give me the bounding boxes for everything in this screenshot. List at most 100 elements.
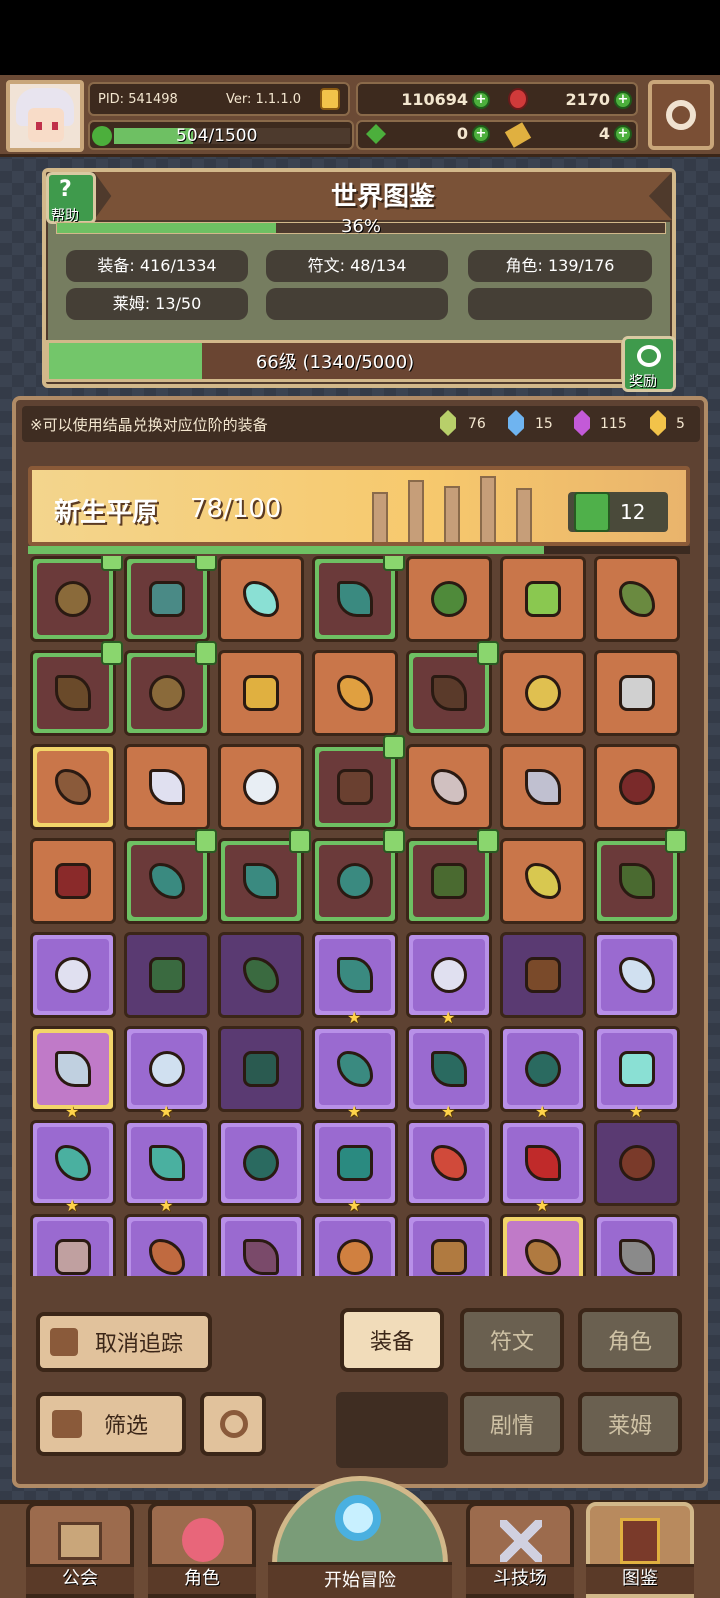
equipment-slot[interactable] xyxy=(406,641,499,736)
filter-button[interactable]: 筛选 xyxy=(36,1392,186,1456)
untrack-button[interactable]: 取消追踪 xyxy=(36,1312,212,1372)
equipment-slot[interactable] xyxy=(30,556,123,642)
equipment-slot[interactable] xyxy=(218,650,304,736)
equipment-slot[interactable] xyxy=(218,932,304,1018)
equipment-slot[interactable] xyxy=(218,1214,304,1276)
equipment-slot[interactable] xyxy=(312,1214,398,1276)
equipment-slot[interactable] xyxy=(594,744,680,830)
equipment-slot[interactable] xyxy=(124,1214,210,1276)
equipment-slot[interactable] xyxy=(30,641,123,736)
nav-encyclopedia[interactable]: 图鉴 xyxy=(586,1502,694,1598)
equipment-slot[interactable] xyxy=(594,829,687,924)
add-clover-button[interactable]: + xyxy=(472,125,490,143)
add-gems-button[interactable]: + xyxy=(614,91,632,109)
equipment-slot[interactable] xyxy=(500,744,586,830)
equipment-slot[interactable] xyxy=(124,556,217,642)
bow-icon xyxy=(337,957,373,993)
add-keys-button[interactable]: + xyxy=(614,125,632,143)
equipment-slot[interactable]: ★ xyxy=(312,1026,398,1121)
equipment-slot[interactable] xyxy=(218,829,311,924)
tab-story[interactable]: 剧情 xyxy=(460,1392,564,1456)
equipment-slot[interactable] xyxy=(406,829,499,924)
equipment-slot[interactable] xyxy=(30,932,116,1018)
equipment-slot[interactable] xyxy=(30,1214,116,1276)
equipment-slot[interactable] xyxy=(594,1120,680,1206)
untrack-label: 取消追踪 xyxy=(94,1332,183,1357)
tab-story-label: 剧情 xyxy=(489,1414,534,1439)
nav-guild[interactable]: 公会 xyxy=(26,1502,134,1598)
equipment-slot[interactable] xyxy=(30,744,116,830)
equipment-slot[interactable] xyxy=(500,932,586,1018)
crossed-swords-icon xyxy=(500,1520,542,1562)
equipment-slot[interactable] xyxy=(124,641,217,736)
filter-label: 筛选 xyxy=(103,1414,148,1439)
tracked-thumb-icon xyxy=(477,641,499,665)
equipment-slot[interactable]: ★ xyxy=(30,1026,116,1121)
equipment-slot[interactable] xyxy=(30,838,116,924)
tab-equipment[interactable]: 装备 xyxy=(340,1308,444,1372)
equipment-slot[interactable]: ★ xyxy=(500,1026,586,1121)
app-root: { "player":{"pid":"PID: 541498","version… xyxy=(0,0,720,1598)
equipment-slot[interactable] xyxy=(594,1214,680,1276)
equipment-slot[interactable] xyxy=(594,556,680,642)
stat-characters: 角色: 139/176 xyxy=(468,250,652,282)
armor-icon xyxy=(525,581,561,617)
equipment-slot[interactable] xyxy=(312,650,398,736)
tab-slimes-label: 莱姆 xyxy=(607,1414,652,1439)
equipment-slot[interactable] xyxy=(218,1120,304,1206)
tracked-thumb-icon xyxy=(383,829,405,853)
equipment-slot[interactable]: ★ xyxy=(312,1120,398,1215)
tab-runes[interactable]: 符文 xyxy=(460,1308,564,1372)
equipment-slot[interactable]: ★ xyxy=(406,932,492,1027)
equipment-slot[interactable] xyxy=(500,556,586,642)
fence-post xyxy=(516,488,532,542)
equipment-slot[interactable] xyxy=(124,932,210,1018)
equipment-slot[interactable] xyxy=(312,735,405,830)
equipment-slot[interactable] xyxy=(406,1120,492,1206)
equipment-slot[interactable]: ★ xyxy=(30,1120,116,1215)
star-icon: ★ xyxy=(441,1102,456,1121)
equipment-slot[interactable] xyxy=(406,1214,492,1276)
add-gold-button[interactable]: + xyxy=(472,91,490,109)
equipment-slot[interactable] xyxy=(594,932,680,1018)
equipment-slot[interactable] xyxy=(500,838,586,924)
settings-button[interactable] xyxy=(648,80,714,150)
equipment-slot[interactable]: ★ xyxy=(406,1026,492,1121)
gold-crystal-count: 5 xyxy=(676,416,685,432)
hint-text: ※可以使用结晶兑换对应位阶的装备 xyxy=(30,416,268,434)
equipment-slot[interactable] xyxy=(218,744,304,830)
equipment-slot[interactable] xyxy=(312,556,405,642)
book-icon xyxy=(620,1518,660,1564)
equipment-slot[interactable]: ★ xyxy=(594,1026,680,1121)
equipment-slot[interactable]: ★ xyxy=(124,1120,210,1215)
equipment-slot[interactable] xyxy=(124,829,217,924)
equipment-slot[interactable] xyxy=(594,650,680,736)
tab-slimes[interactable]: 莱姆 xyxy=(578,1392,682,1456)
equipment-slot[interactable] xyxy=(500,650,586,736)
reward-label: 奖励 xyxy=(629,374,657,390)
equipment-slot[interactable]: ★ xyxy=(500,1120,586,1215)
guild-building-icon xyxy=(58,1522,102,1560)
reward-button[interactable]: 奖励 xyxy=(622,336,676,392)
nav-arena[interactable]: 斗技场 xyxy=(466,1502,574,1598)
thumbs-up-icon xyxy=(574,492,610,532)
equipment-slot[interactable]: ★ xyxy=(124,1026,210,1121)
horned-helm-icon xyxy=(431,1239,467,1275)
equipment-slot[interactable] xyxy=(406,744,492,830)
equipment-slot[interactable]: ★ xyxy=(312,932,398,1027)
boots-icon xyxy=(619,1145,655,1181)
player-avatar[interactable] xyxy=(6,80,84,152)
tab-characters[interactable]: 角色 xyxy=(578,1308,682,1372)
equipment-slot[interactable] xyxy=(218,1026,304,1112)
star-icon: ★ xyxy=(159,1196,174,1215)
refresh-button[interactable] xyxy=(200,1392,266,1456)
equipment-slot[interactable] xyxy=(124,744,210,830)
equipment-slot[interactable] xyxy=(312,829,405,924)
hood-icon xyxy=(431,863,467,899)
equipment-slot[interactable] xyxy=(406,556,492,642)
ring-icon xyxy=(619,1051,655,1087)
equipment-slot[interactable] xyxy=(500,1214,586,1276)
equipment-slot[interactable] xyxy=(218,556,304,642)
nav-character[interactable]: 角色 xyxy=(148,1502,256,1598)
stat-empty xyxy=(266,288,448,320)
